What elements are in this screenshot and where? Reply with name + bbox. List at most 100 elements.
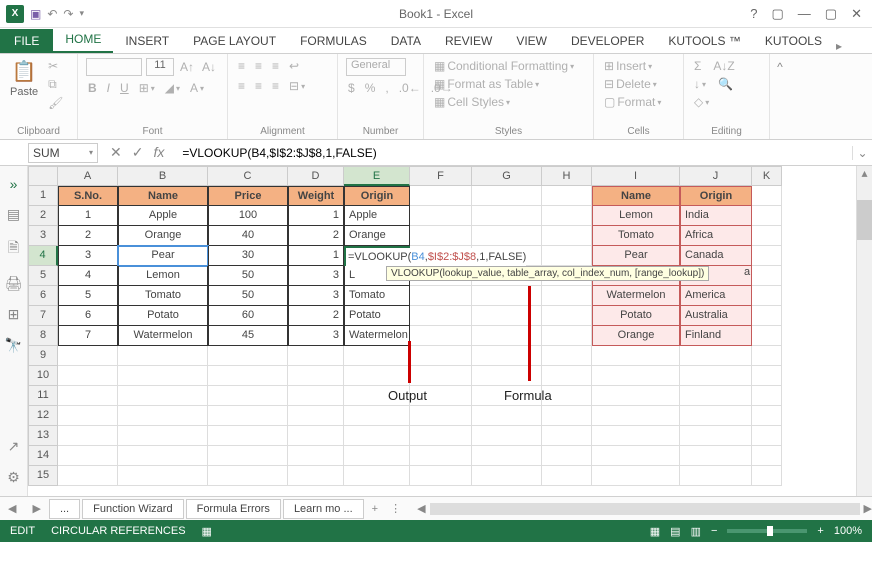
cell[interactable]: Tomato	[592, 226, 680, 246]
cell[interactable]: Lemon	[592, 206, 680, 226]
merge-icon[interactable]: ⊟▾	[287, 78, 307, 94]
qat-redo-icon[interactable]: ↷	[63, 7, 73, 21]
cell[interactable]	[680, 406, 752, 426]
col-header-A[interactable]: A	[58, 166, 118, 186]
cut-icon[interactable]: ✂	[46, 58, 60, 74]
row-header[interactable]: 3	[28, 226, 58, 246]
cell[interactable]: Watermelon	[344, 326, 410, 346]
cell[interactable]: Finland	[680, 326, 752, 346]
cell[interactable]	[118, 406, 208, 426]
cell[interactable]: Potato	[344, 306, 410, 326]
new-sheet-icon[interactable]: +	[366, 503, 384, 515]
cell[interactable]	[344, 346, 410, 366]
cell[interactable]	[472, 406, 542, 426]
cell[interactable]: Potato	[592, 306, 680, 326]
cell[interactable]	[208, 426, 288, 446]
cell[interactable]	[208, 446, 288, 466]
cancel-formula-icon[interactable]: ✕	[110, 144, 122, 161]
cell[interactable]: Orange	[118, 226, 208, 246]
cell[interactable]	[118, 426, 208, 446]
cell[interactable]	[680, 426, 752, 446]
cell[interactable]: 3	[58, 246, 118, 266]
cell[interactable]: 5	[58, 286, 118, 306]
help-icon[interactable]: ?	[750, 6, 757, 22]
cell[interactable]	[472, 186, 542, 206]
row-header[interactable]: 7	[28, 306, 58, 326]
horizontal-scrollbar[interactable]	[430, 503, 860, 515]
tab-developer[interactable]: DEVELOPER	[559, 29, 656, 53]
expand-formula-bar-icon[interactable]: ⌄	[852, 146, 872, 160]
bold-button[interactable]: B	[86, 80, 99, 96]
cell[interactable]	[58, 386, 118, 406]
cell[interactable]: S.No.	[58, 186, 118, 206]
copy-icon[interactable]: ⧉	[46, 76, 59, 93]
cell[interactable]	[288, 386, 344, 406]
underline-button[interactable]: U	[118, 80, 131, 96]
cell[interactable]	[752, 306, 782, 326]
cell[interactable]: America	[680, 286, 752, 306]
cell[interactable]: 7	[58, 326, 118, 346]
cell[interactable]	[592, 426, 680, 446]
cell[interactable]	[410, 406, 472, 426]
tab-kutools-tm[interactable]: KUTOOLS ™	[656, 29, 752, 53]
cell[interactable]: 40	[208, 226, 288, 246]
row-header[interactable]: 15	[28, 466, 58, 486]
sheet-nav-next-icon[interactable]: ▶	[24, 502, 48, 515]
cell[interactable]: Tomato	[118, 286, 208, 306]
cell[interactable]	[752, 346, 782, 366]
cell[interactable]: Canada	[680, 246, 752, 266]
row-header[interactable]: 11	[28, 386, 58, 406]
rail-icon-6[interactable]: ↗	[8, 438, 20, 455]
cell[interactable]: Africa	[680, 226, 752, 246]
cell[interactable]: Origin	[680, 186, 752, 206]
cell[interactable]	[542, 226, 592, 246]
cell[interactable]	[288, 446, 344, 466]
delete-cells-button[interactable]: ⊟ Delete ▾	[602, 76, 659, 92]
cell[interactable]	[680, 466, 752, 486]
cell[interactable]	[592, 446, 680, 466]
find-icon[interactable]: 🔍	[716, 76, 735, 92]
cell[interactable]	[752, 246, 782, 266]
row-header[interactable]: 2	[28, 206, 58, 226]
cell[interactable]	[542, 366, 592, 386]
cell[interactable]: Orange	[344, 226, 410, 246]
cell[interactable]	[344, 466, 410, 486]
fill-color-icon[interactable]: ◢▾	[163, 80, 182, 96]
cell[interactable]	[680, 446, 752, 466]
rail-expand-icon[interactable]: »	[10, 176, 18, 192]
italic-button[interactable]: I	[105, 80, 112, 96]
cell[interactable]	[410, 446, 472, 466]
cell[interactable]	[410, 426, 472, 446]
rail-icon-1[interactable]: ▤	[7, 206, 20, 223]
wrap-icon[interactable]: ↩	[287, 58, 301, 74]
zoom-in-icon[interactable]: +	[817, 525, 823, 537]
cell[interactable]	[410, 286, 472, 306]
cell[interactable]: Name	[592, 186, 680, 206]
cell[interactable]	[410, 306, 472, 326]
minimize-icon[interactable]: —	[798, 6, 811, 22]
font-color-icon[interactable]: A▾	[188, 80, 206, 96]
cell[interactable]	[208, 366, 288, 386]
cell[interactable]: Apple	[118, 206, 208, 226]
cell[interactable]	[208, 346, 288, 366]
cell[interactable]	[472, 286, 542, 306]
font-size-select[interactable]: 11	[146, 58, 174, 76]
clear-icon[interactable]: ◇▾	[692, 94, 711, 110]
view-break-icon[interactable]: ▥	[691, 525, 701, 538]
border-icon[interactable]: ⊞▾	[137, 80, 157, 96]
cell[interactable]	[542, 406, 592, 426]
cell[interactable]: 30	[208, 246, 288, 266]
cell[interactable]: Price	[208, 186, 288, 206]
cell[interactable]	[288, 426, 344, 446]
cell[interactable]	[58, 466, 118, 486]
zoom-level[interactable]: 100%	[834, 525, 862, 537]
cell[interactable]: Name	[118, 186, 208, 206]
cell[interactable]	[410, 186, 472, 206]
cell[interactable]: Pear	[592, 246, 680, 266]
cell[interactable]	[58, 446, 118, 466]
row-header[interactable]: 5	[28, 266, 58, 286]
cell[interactable]	[472, 206, 542, 226]
cell[interactable]: India	[680, 206, 752, 226]
formula-input[interactable]	[176, 146, 852, 160]
cell[interactable]: 6	[58, 306, 118, 326]
